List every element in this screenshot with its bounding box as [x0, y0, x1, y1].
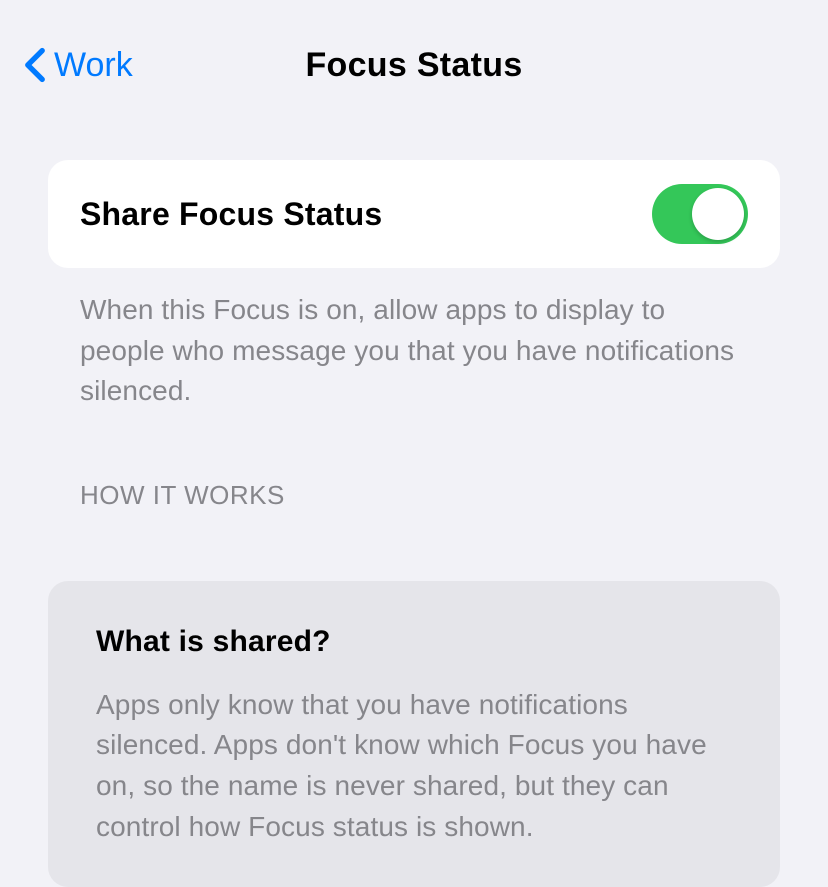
share-focus-label: Share Focus Status: [80, 196, 382, 233]
back-label: Work: [54, 46, 133, 85]
what-is-shared-body: Apps only know that you have notificatio…: [96, 685, 732, 847]
what-is-shared-title: What is shared?: [96, 625, 732, 659]
content: Share Focus Status When this Focus is on…: [0, 110, 828, 887]
nav-bar: Work Focus Status: [0, 0, 828, 110]
chevron-left-icon: [24, 47, 46, 83]
back-button[interactable]: Work: [24, 46, 133, 85]
share-focus-footer: When this Focus is on, allow apps to dis…: [48, 268, 780, 412]
toggle-knob: [692, 188, 744, 240]
what-is-shared-card: What is shared? Apps only know that you …: [48, 581, 780, 887]
share-focus-group: Share Focus Status: [48, 160, 780, 268]
page-title: Focus Status: [20, 46, 808, 85]
share-focus-toggle[interactable]: [652, 184, 748, 244]
how-it-works-header: HOW IT WORKS: [48, 412, 780, 533]
share-focus-row: Share Focus Status: [48, 160, 780, 268]
